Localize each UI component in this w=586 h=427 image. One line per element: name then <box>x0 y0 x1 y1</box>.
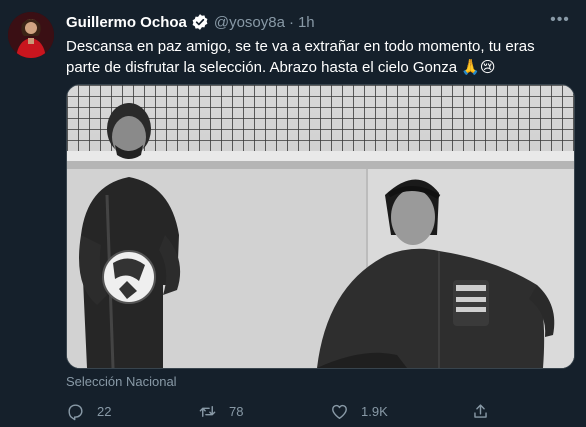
tweet-timestamp[interactable]: 1h <box>298 14 315 31</box>
share-button[interactable] <box>471 400 490 422</box>
tweet-text: Descansa en paz amigo, se te va a extrañ… <box>66 36 566 78</box>
reply-button[interactable]: 22 <box>66 400 111 422</box>
author-name[interactable]: Guillermo Ochoa <box>66 14 187 31</box>
separator-dot: · <box>288 13 294 31</box>
like-button[interactable]: 1.9K <box>330 400 388 422</box>
author-avatar[interactable] <box>8 12 54 58</box>
tweet-header: Guillermo Ochoa @yosoy8a · 1h <box>66 12 315 32</box>
verified-badge-icon <box>191 13 209 31</box>
author-handle[interactable]: @yosoy8a <box>214 14 285 31</box>
reply-icon <box>68 403 83 420</box>
reply-count: 22 <box>97 403 112 419</box>
heart-icon <box>332 404 347 419</box>
like-count: 1.9K <box>361 403 388 419</box>
retweet-icon <box>199 405 216 417</box>
tweet-text-line-2: parte de disfrutar la selección. Abrazo … <box>66 59 496 76</box>
tweet-actions: 22 78 1.9K <box>66 400 566 422</box>
tweet-card[interactable]: Guillermo Ochoa @yosoy8a · 1h ••• Descan… <box>0 0 586 427</box>
media-caption[interactable]: Selección Nacional <box>66 374 177 389</box>
share-icon <box>474 403 487 418</box>
retweet-button[interactable]: 78 <box>198 400 243 422</box>
more-icon: ••• <box>550 11 570 28</box>
more-options-button[interactable]: ••• <box>546 8 574 32</box>
retweet-count: 78 <box>229 403 244 419</box>
tweet-photo[interactable] <box>66 84 575 369</box>
tweet-text-line-1: Descansa en paz amigo, se te va a extrañ… <box>66 38 535 55</box>
